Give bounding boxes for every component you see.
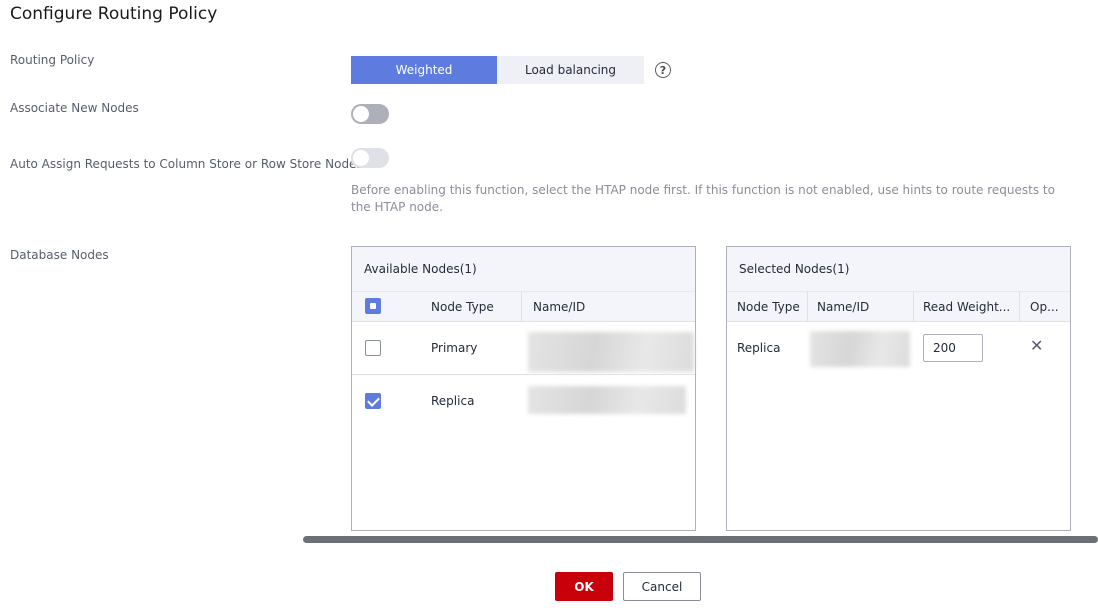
auto-assign-label: Auto Assign Requests to Column Store or … <box>10 157 363 171</box>
column-name-id: Name/ID <box>533 300 586 314</box>
cancel-button[interactable]: Cancel <box>623 572 701 601</box>
available-nodes-header: Node Type Name/ID <box>352 292 695 322</box>
column-read-weight: Read Weight... <box>923 300 1011 314</box>
help-icon[interactable]: ? <box>655 62 671 78</box>
associate-new-nodes-toggle[interactable] <box>351 104 389 124</box>
toggle-knob <box>353 106 369 122</box>
table-row[interactable]: Primary <box>352 322 695 375</box>
select-all-checkbox[interactable] <box>365 298 381 314</box>
redacted-name-id <box>810 331 910 367</box>
routing-policy-segmented-control: Weighted Load balancing <box>351 56 644 84</box>
node-type-cell: Replica <box>737 341 781 355</box>
database-nodes-label: Database Nodes <box>10 248 109 262</box>
auto-assign-hint: Before enabling this function, select th… <box>351 183 1055 214</box>
table-row: Replica ✕ <box>727 322 1070 375</box>
selected-nodes-title: Selected Nodes(1) <box>727 247 1070 292</box>
dialog-title: Configure Routing Policy <box>10 4 218 24</box>
horizontal-scrollbar[interactable] <box>303 536 1098 543</box>
auto-assign-toggle[interactable] <box>351 148 389 168</box>
read-weight-input[interactable] <box>923 334 983 362</box>
toggle-knob <box>353 150 369 166</box>
redacted-name-id <box>528 332 694 372</box>
selected-nodes-header: Node Type Name/ID Read Weight... Op... <box>727 292 1070 322</box>
routing-policy-label: Routing Policy <box>10 53 95 67</box>
available-nodes-panel: Available Nodes(1) Node Type Name/ID Pri… <box>351 246 696 531</box>
column-operation: Op... <box>1030 300 1059 314</box>
available-nodes-title: Available Nodes(1) <box>352 247 695 292</box>
weighted-option[interactable]: Weighted <box>351 56 497 84</box>
column-name-id: Name/ID <box>817 300 870 314</box>
table-row[interactable]: Replica <box>352 375 695 428</box>
associate-new-nodes-label: Associate New Nodes <box>10 101 139 115</box>
redacted-name-id <box>528 386 686 414</box>
column-node-type: Node Type <box>737 300 800 314</box>
load-balancing-option[interactable]: Load balancing <box>497 56 644 84</box>
column-node-type: Node Type <box>431 300 494 314</box>
ok-button[interactable]: OK <box>555 572 613 601</box>
selected-nodes-panel: Selected Nodes(1) Node Type Name/ID Read… <box>726 246 1071 531</box>
node-type-cell: Primary <box>431 341 478 355</box>
close-icon[interactable]: ✕ <box>1030 338 1043 354</box>
row-checkbox[interactable] <box>365 340 381 356</box>
node-type-cell: Replica <box>431 394 475 408</box>
row-checkbox[interactable] <box>365 393 381 409</box>
